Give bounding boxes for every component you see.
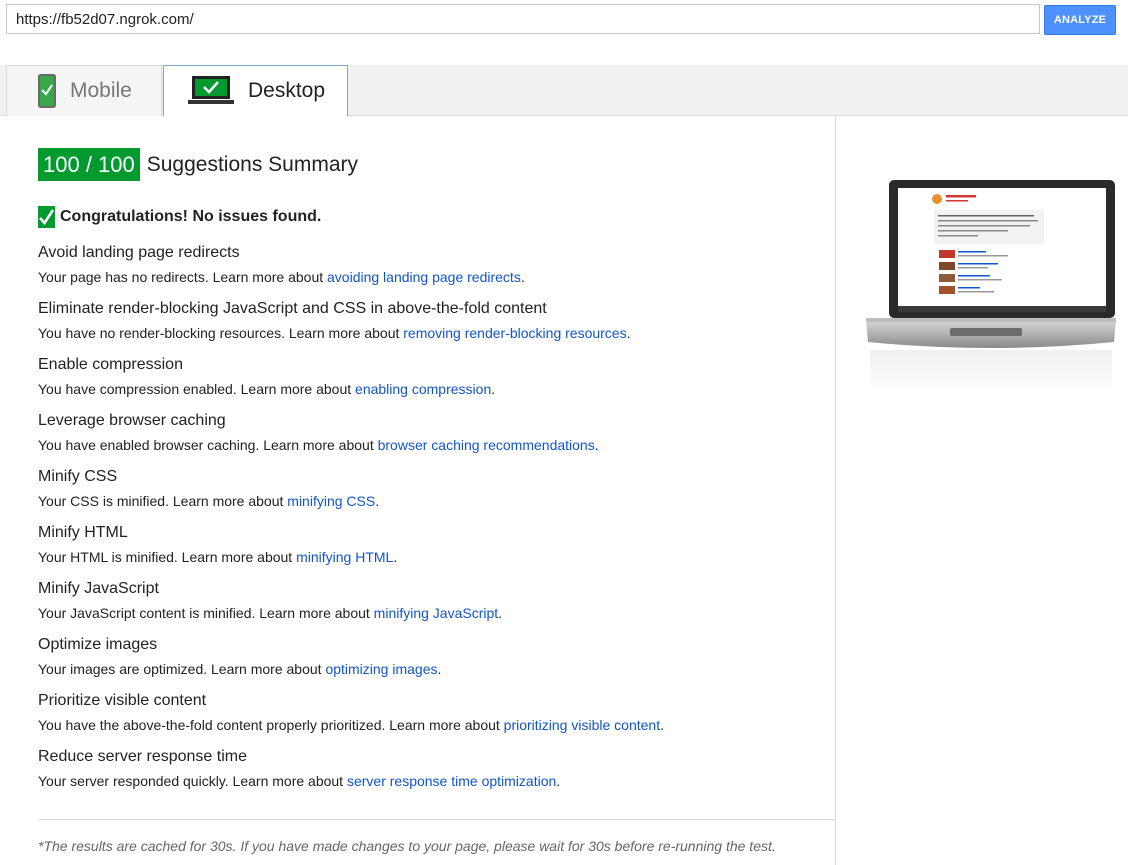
rule-description: Your server responded quickly. Learn mor… <box>38 773 561 789</box>
tab-mobile-label: Mobile <box>70 79 132 102</box>
rule-item: Minify HTML Your HTML is minified. Learn… <box>38 523 818 579</box>
results-panel: 100 / 100 Suggestions Summary Congratula… <box>0 116 836 865</box>
rule-title: Minify CSS <box>38 468 118 485</box>
rule-link[interactable]: minifying JavaScript <box>374 605 499 621</box>
monitor-check-icon <box>188 76 234 106</box>
rule-title: Prioritize visible content <box>38 692 207 709</box>
rule-link[interactable]: optimizing images <box>325 661 437 677</box>
divider <box>38 819 835 820</box>
url-bar: ANALYZE <box>6 4 1116 36</box>
score-badge: 100 / 100 <box>38 148 140 181</box>
rule-link[interactable]: minifying HTML <box>296 549 393 565</box>
congrats-message: Congratulations! No issues found. <box>38 206 321 228</box>
rule-title: Minify JavaScript <box>38 580 159 597</box>
rule-item: Leverage browser caching You have enable… <box>38 411 818 467</box>
url-input[interactable] <box>6 4 1040 34</box>
rule-description: Your CSS is minified. Learn more about m… <box>38 493 380 509</box>
rule-item: Reduce server response time Your server … <box>38 747 818 803</box>
rule-title: Optimize images <box>38 636 158 653</box>
tab-desktop[interactable]: Desktop <box>163 65 348 117</box>
phone-check-icon <box>38 74 56 108</box>
rule-description: Your HTML is minified. Learn more about … <box>38 549 398 565</box>
rule-item: Avoid landing page redirects Your page h… <box>38 243 818 299</box>
rule-description: You have no render-blocking resources. L… <box>38 325 631 341</box>
summary-header: 100 / 100 Suggestions Summary <box>38 148 358 181</box>
rule-link[interactable]: server response time optimization <box>347 773 556 789</box>
rule-description: You have compression enabled. Learn more… <box>38 381 496 397</box>
rule-description: Your JavaScript content is minified. Lea… <box>38 605 503 621</box>
rule-title: Minify HTML <box>38 524 128 541</box>
congrats-text: Congratulations! No issues found. <box>60 208 322 225</box>
rule-link[interactable]: prioritizing visible content <box>504 717 660 733</box>
rule-description: Your images are optimized. Learn more ab… <box>38 661 442 677</box>
rule-link[interactable]: avoiding landing page redirects <box>327 269 521 285</box>
rule-item: Enable compression You have compression … <box>38 355 818 411</box>
rule-title: Eliminate render-blocking JavaScript and… <box>38 300 547 317</box>
rule-description: Your page has no redirects. Learn more a… <box>38 269 525 285</box>
rule-item: Optimize images Your images are optimize… <box>38 635 818 691</box>
desktop-preview <box>864 178 1118 398</box>
rule-title: Reduce server response time <box>38 748 247 765</box>
rule-link[interactable]: enabling compression <box>355 381 491 397</box>
tab-desktop-label: Desktop <box>248 79 326 102</box>
rule-link[interactable]: removing render-blocking resources <box>403 325 626 341</box>
summary-title: Suggestions Summary <box>146 152 359 176</box>
checkmark-icon <box>38 206 55 228</box>
rule-title: Enable compression <box>38 356 183 373</box>
tab-mobile[interactable]: Mobile <box>6 65 162 116</box>
rule-description: You have the above-the-fold content prop… <box>38 717 664 733</box>
laptop-preview-image <box>866 180 1116 394</box>
rule-item: Prioritize visible content You have the … <box>38 691 818 747</box>
rule-item: Minify CSS Your CSS is minified. Learn m… <box>38 467 818 523</box>
rule-link[interactable]: browser caching recommendations <box>378 437 595 453</box>
rules-list: Avoid landing page redirects Your page h… <box>38 243 818 803</box>
rule-title: Avoid landing page redirects <box>38 244 240 261</box>
rule-item: Eliminate render-blocking JavaScript and… <box>38 299 818 355</box>
rule-link[interactable]: minifying CSS <box>287 493 375 509</box>
analyze-button[interactable]: ANALYZE <box>1044 5 1116 35</box>
rule-description: You have enabled browser caching. Learn … <box>38 437 599 453</box>
cache-footnote: *The results are cached for 30s. If you … <box>38 838 776 854</box>
device-tabs: Mobile Desktop <box>0 65 1128 117</box>
rule-title: Leverage browser caching <box>38 412 226 429</box>
rule-item: Minify JavaScript Your JavaScript conten… <box>38 579 818 635</box>
